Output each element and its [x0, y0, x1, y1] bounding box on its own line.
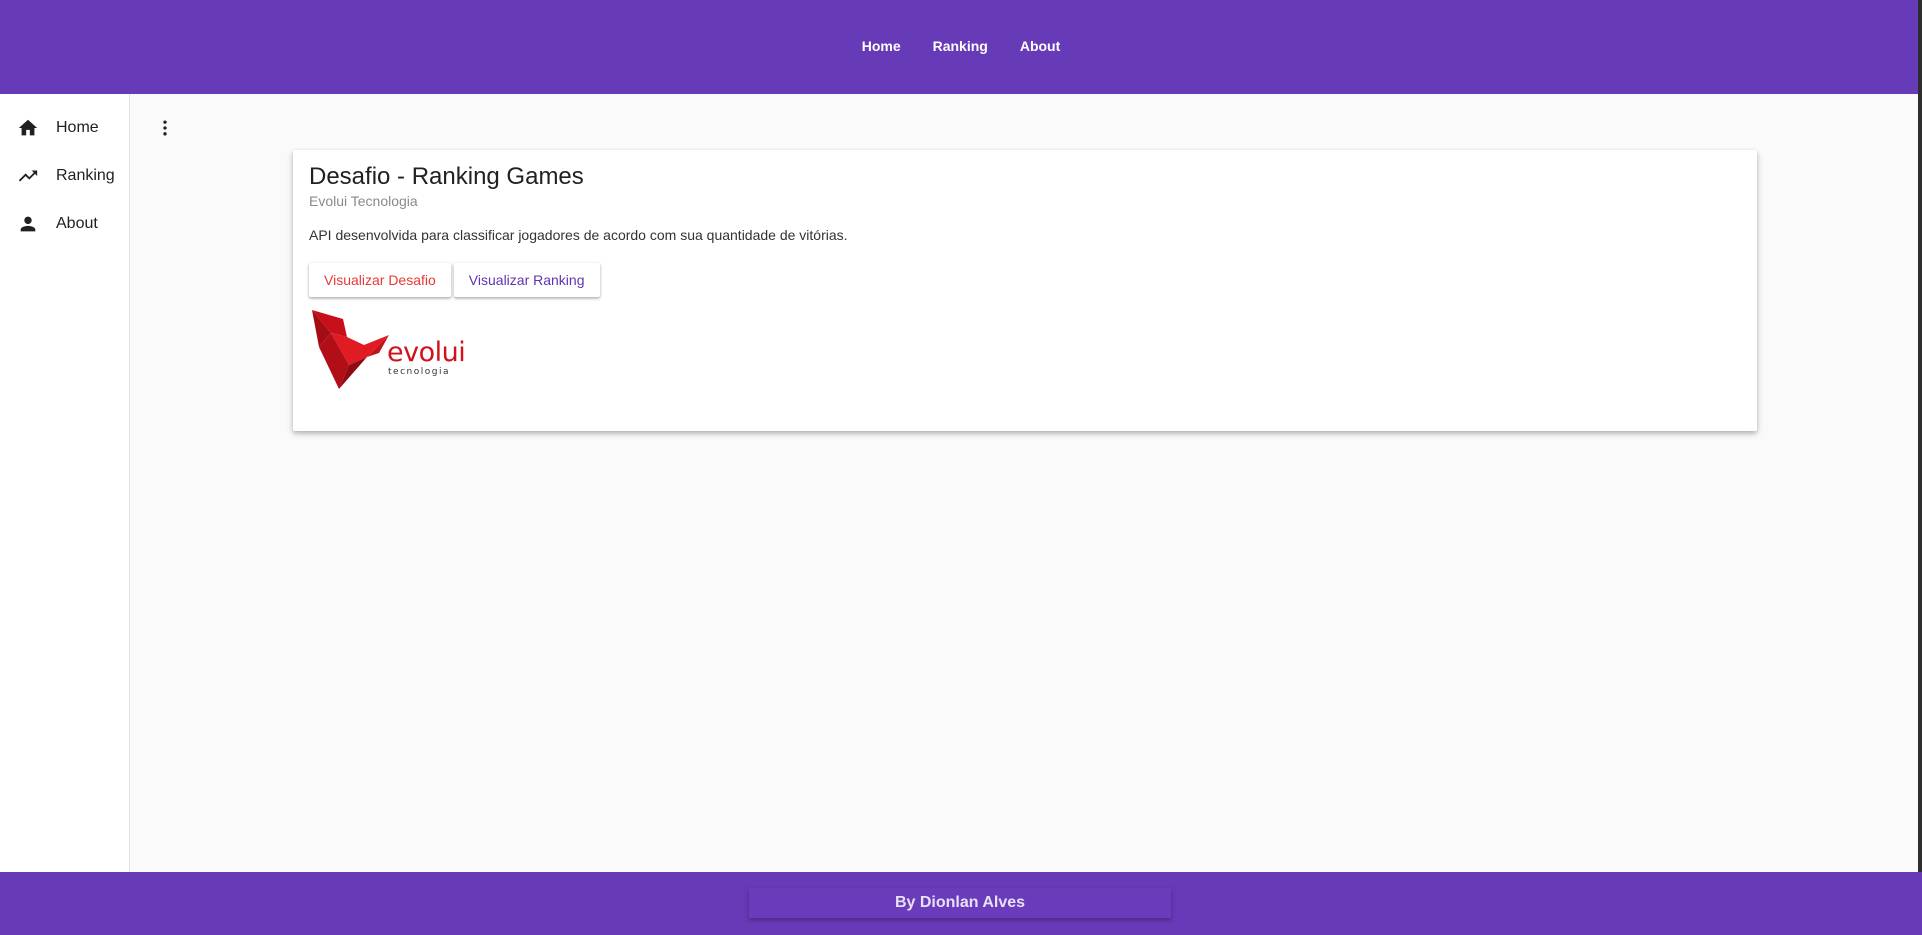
topnav-ranking-link[interactable]: Ranking: [917, 28, 1004, 64]
top-toolbar: Home Ranking About: [0, 0, 1922, 94]
view-ranking-button[interactable]: Visualizar Ranking: [453, 263, 600, 297]
more-vert-icon[interactable]: [153, 116, 177, 140]
sidebar-item-ranking[interactable]: Ranking: [0, 152, 129, 200]
sidebar-item-home[interactable]: Home: [0, 104, 129, 152]
evolui-logo: evolui tecnologia: [309, 307, 466, 395]
logo-subtext: tecnologia: [388, 367, 450, 377]
footer: By Dionlan Alves: [0, 872, 1922, 935]
trending-up-icon: [16, 164, 40, 188]
home-icon: [16, 116, 40, 140]
sidebar-item-label: About: [56, 215, 98, 232]
person-icon: [16, 212, 40, 236]
top-nav: Home Ranking About: [846, 28, 1077, 64]
card-actions: Visualizar Desafio Visualizar Ranking: [309, 263, 1741, 297]
logo-wordmark: evolui: [387, 337, 466, 368]
sidebar-item-label: Home: [56, 119, 99, 136]
view-challenge-button[interactable]: Visualizar Desafio: [309, 263, 451, 297]
topnav-home-link[interactable]: Home: [846, 28, 917, 64]
footer-credit: By Dionlan Alves: [749, 888, 1171, 918]
card-description: API desenvolvida para classificar jogado…: [309, 227, 848, 243]
main-content: Desafio - Ranking Games Evolui Tecnologi…: [131, 94, 1922, 872]
challenge-card: Desafio - Ranking Games Evolui Tecnologi…: [293, 150, 1757, 431]
sidebar-item-label: Ranking: [56, 167, 115, 184]
topnav-about-link[interactable]: About: [1004, 28, 1076, 64]
card-title: Desafio - Ranking Games: [309, 163, 584, 190]
sidebar-item-about[interactable]: About: [0, 200, 129, 248]
sidebar: Home Ranking About: [0, 94, 130, 872]
window-edge: [1918, 0, 1922, 935]
card-subtitle: Evolui Tecnologia: [309, 193, 418, 209]
